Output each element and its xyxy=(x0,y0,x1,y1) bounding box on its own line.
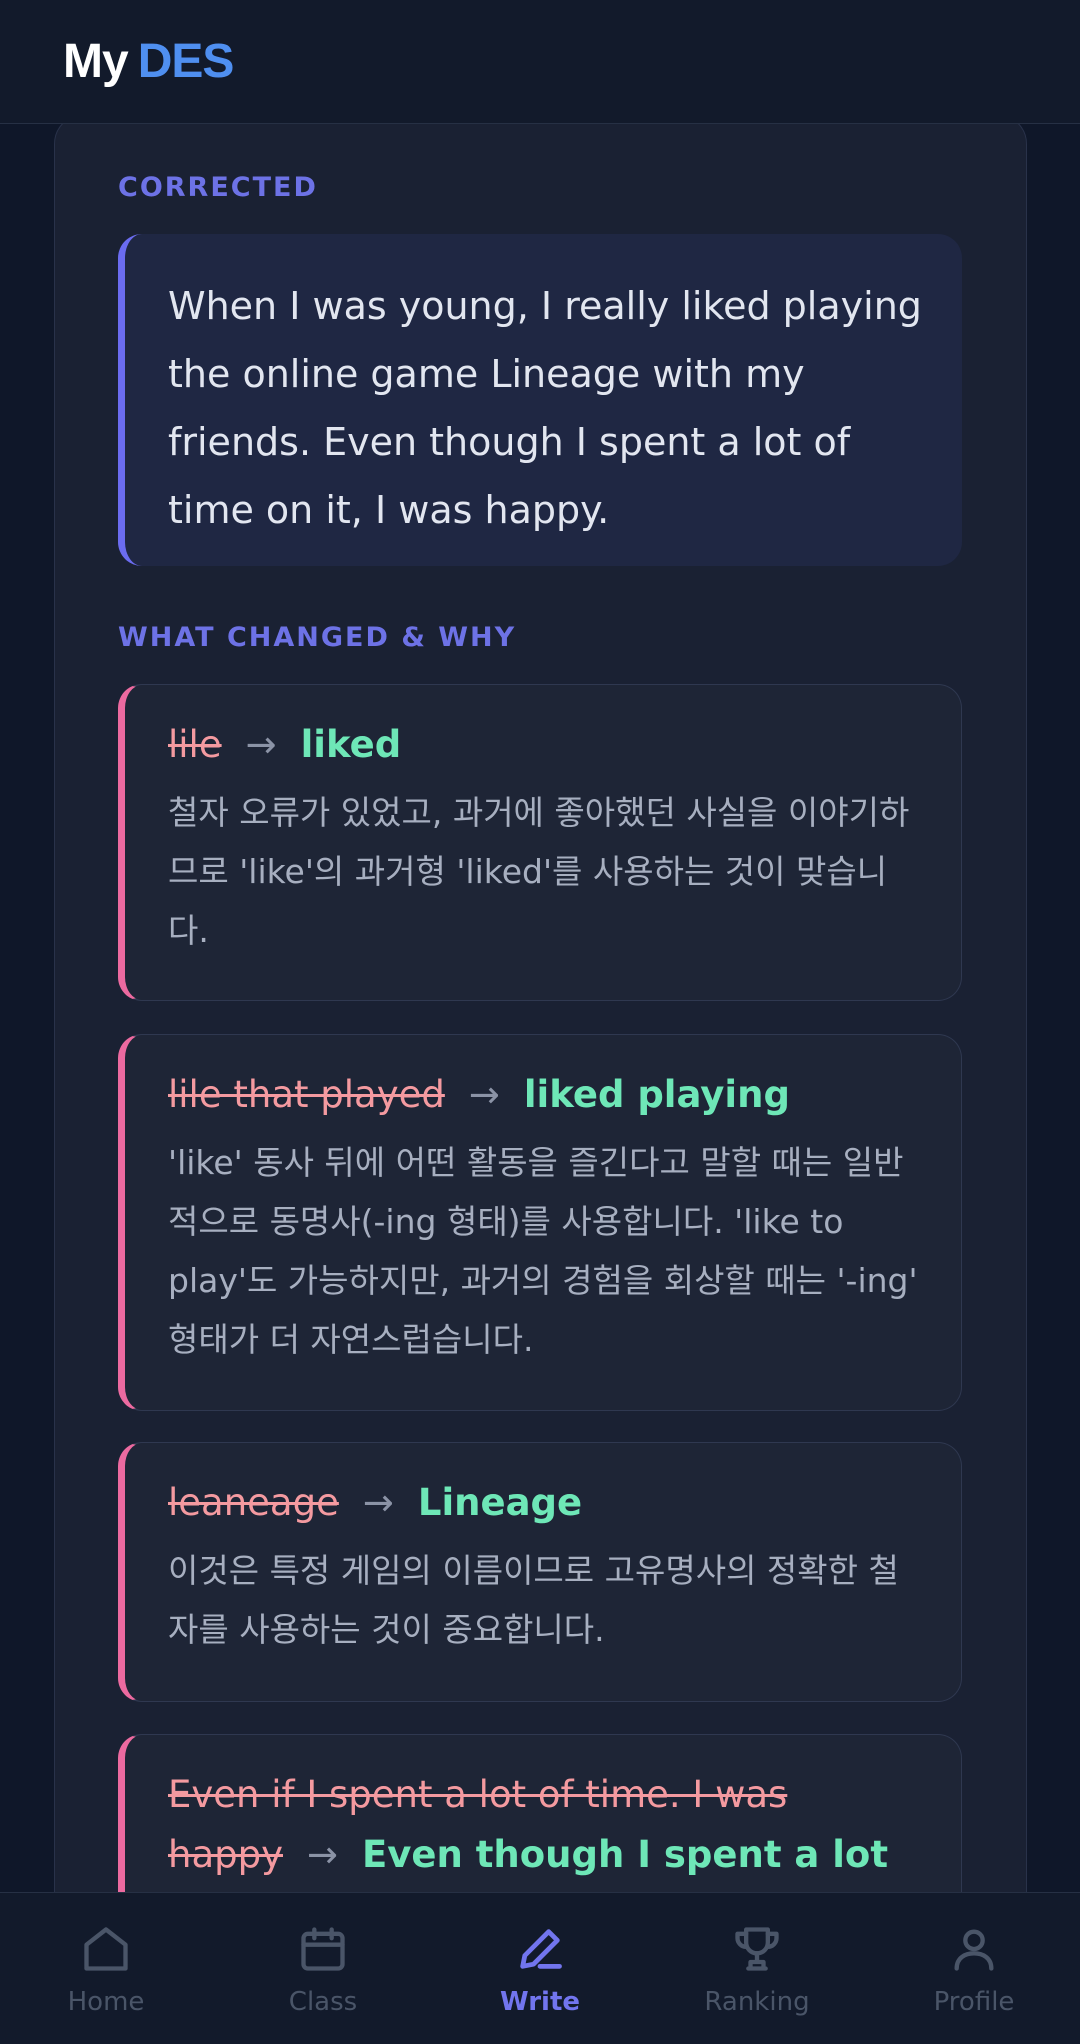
original-text: lile that played xyxy=(168,1073,445,1116)
change-explanation: 이것은 특정 게임의 이름이므로 고유명사의 정확한 철자를 사용하는 것이 중… xyxy=(168,1551,899,1649)
change-head: leaneage → Lineage xyxy=(168,1473,921,1533)
arrow-icon: → xyxy=(307,1833,339,1876)
home-icon xyxy=(84,1927,128,1971)
nav-profile[interactable]: Profile xyxy=(908,1893,1040,2044)
pencil-icon xyxy=(520,1929,562,1969)
user-icon xyxy=(954,1929,994,1971)
nav-ranking[interactable]: Ranking xyxy=(691,1893,823,2044)
bottom-nav: Home Class Write Ranking Profile xyxy=(0,1892,1080,2044)
nav-class[interactable]: Class xyxy=(257,1893,389,2044)
trophy-icon xyxy=(735,1927,779,1971)
change-card: Even if I spent a lot of time. I was hap… xyxy=(118,1734,962,1892)
nav-label: Write xyxy=(499,1987,581,2017)
change-head: lile → liked xyxy=(168,715,921,775)
nav-label: Home xyxy=(67,1987,145,2017)
corrected-label: CORRECTED xyxy=(118,172,318,203)
nav-label: Class xyxy=(288,1987,358,2017)
change-explanation: 철자 오류가 있었고, 과거에 좋아했던 사실을 이야기하므로 'like'의 … xyxy=(168,793,910,950)
original-text: leaneage xyxy=(168,1481,339,1524)
logo-des: DES xyxy=(137,35,235,88)
change-card: lile → liked 철자 오류가 있었고, 과거에 좋아했던 사실을 이야기하… xyxy=(118,684,962,1001)
app-logo[interactable]: My DES xyxy=(63,34,235,89)
original-text: lile xyxy=(168,723,222,766)
logo-my: My xyxy=(63,35,129,88)
changes-label: WHAT CHANGED & WHY xyxy=(118,622,517,653)
change-explanation: 'like' 동사 뒤에 어떤 활동을 즐긴다고 말할 때는 일반적으로 동명사… xyxy=(168,1143,918,1359)
arrow-icon: → xyxy=(245,723,277,766)
nav-label: Ranking xyxy=(704,1987,810,2017)
content-scroll-area[interactable]: CORRECTED When I was young, I really lik… xyxy=(0,124,1080,1892)
fixed-text: Lineage xyxy=(417,1481,583,1524)
app-header: My DES xyxy=(0,0,1080,124)
corrected-box: When I was young, I really liked playing… xyxy=(118,234,962,566)
change-card: lile that played → liked playing 'like' 동사… xyxy=(118,1034,962,1411)
calendar-icon xyxy=(301,1927,345,1971)
change-card: leaneage → Lineage 이것은 특정 게임의 이름이므로 고유명사의 … xyxy=(118,1442,962,1702)
fixed-text: liked xyxy=(300,723,402,766)
arrow-icon: → xyxy=(362,1481,394,1524)
nav-home[interactable]: Home xyxy=(40,1893,172,2044)
change-head: Even if I spent a lot of time. I was hap… xyxy=(168,1765,921,1892)
corrected-text: When I was young, I really liked playing… xyxy=(168,284,922,532)
nav-label: Profile xyxy=(933,1987,1015,2017)
nav-write[interactable]: Write xyxy=(474,1893,606,2044)
change-head: lile that played → liked playing xyxy=(168,1065,921,1125)
arrow-icon: → xyxy=(468,1073,500,1116)
fixed-text: liked playing xyxy=(523,1073,790,1116)
